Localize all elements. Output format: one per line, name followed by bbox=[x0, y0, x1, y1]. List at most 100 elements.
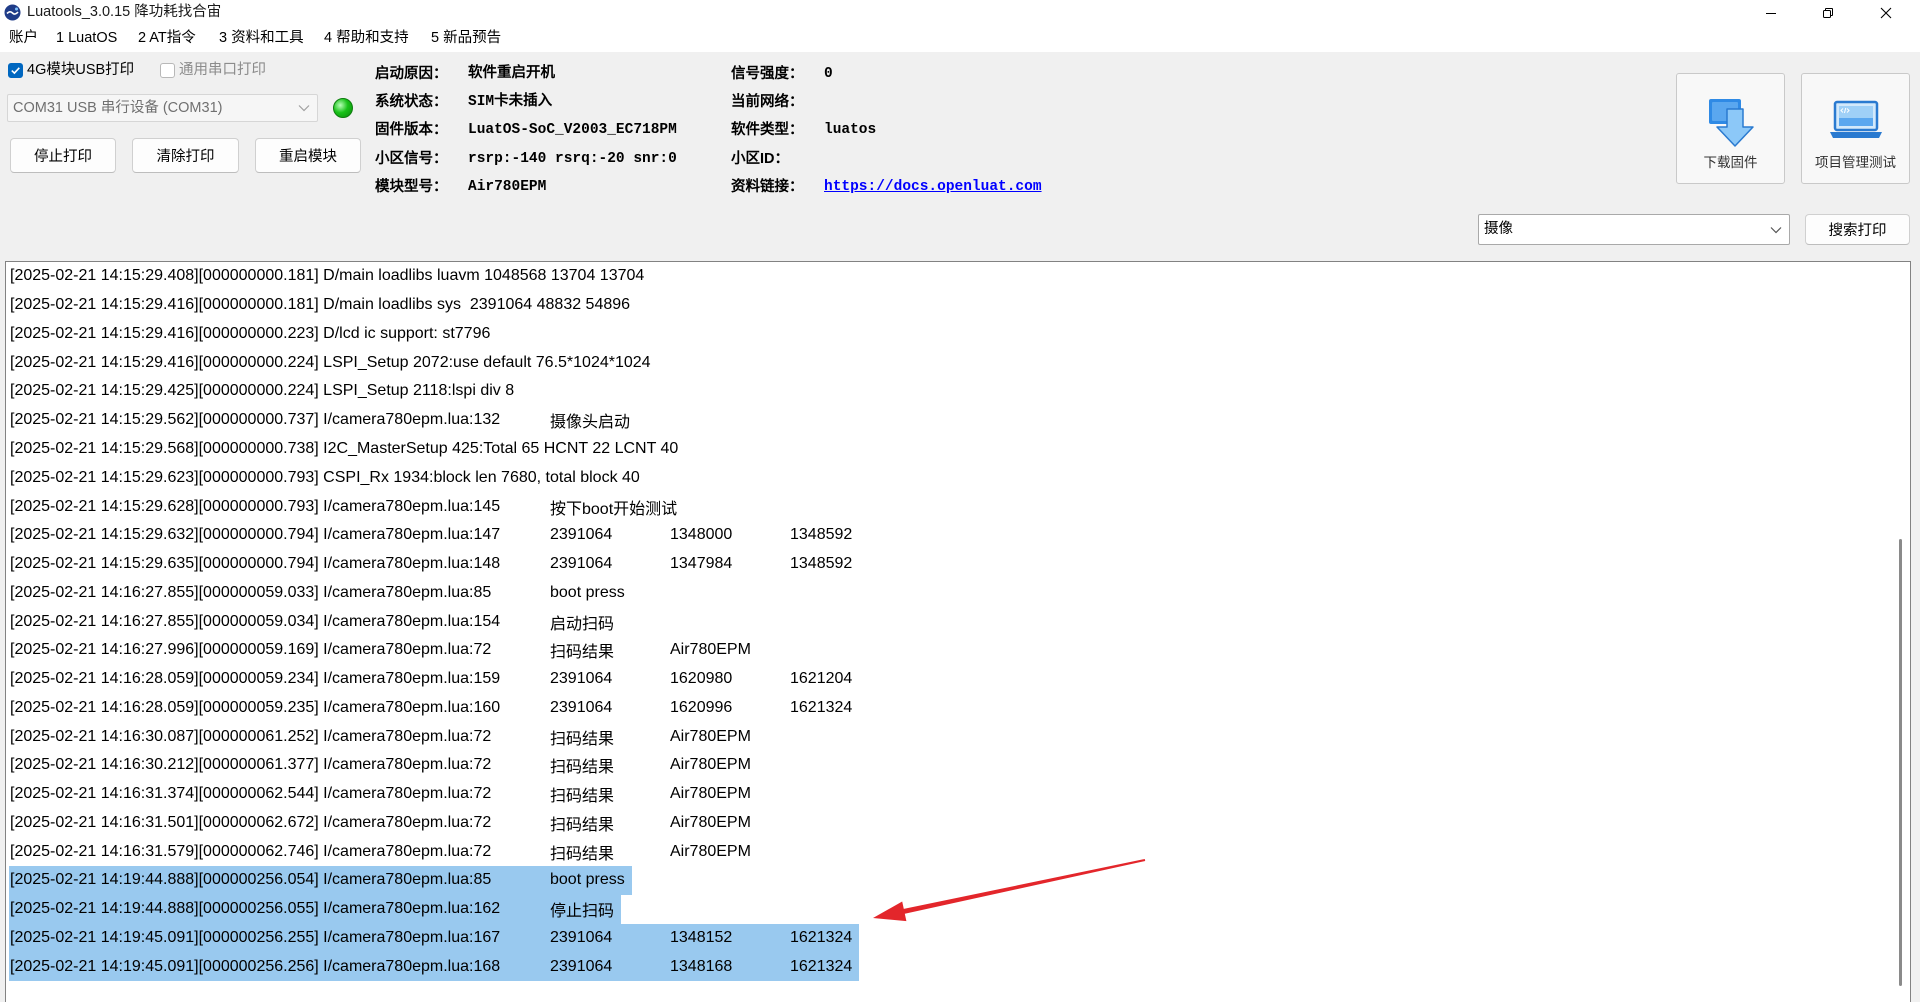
signal-strength-value: 0 bbox=[824, 66, 833, 82]
system-status-value: SIM卡未插入 bbox=[468, 94, 553, 110]
log-line-text: [2025-02-21 14:15:29.628][000000000.793]… bbox=[10, 497, 501, 515]
log-line-text: [2025-02-21 14:16:27.855][000000059.034]… bbox=[10, 612, 501, 630]
cell-signal-label: 小区信号： bbox=[375, 151, 448, 167]
log-line[interactable]: [2025-02-21 14:15:29.425][000000000.224]… bbox=[9, 377, 1890, 406]
log-line-text: [2025-02-21 14:16:28.059][000000059.235]… bbox=[10, 698, 501, 716]
usb-print-label[interactable]: 4G模块USB打印 bbox=[27, 60, 134, 81]
log-line-field: 扫码结果 bbox=[550, 730, 615, 748]
signal-strength-label: 信号强度： bbox=[731, 66, 804, 82]
serial-print-label[interactable]: 通用串口打印 bbox=[179, 60, 266, 81]
log-line-text: [2025-02-21 14:15:29.425][000000000.224]… bbox=[10, 382, 515, 400]
checkmark-icon bbox=[11, 67, 20, 75]
log-line[interactable]: [2025-02-21 14:15:29.416][000000000.224]… bbox=[9, 348, 1890, 377]
log-line[interactable]: [2025-02-21 14:16:30.212][000000061.377]… bbox=[9, 751, 1890, 780]
log-line[interactable]: [2025-02-21 14:16:28.059][000000059.234]… bbox=[9, 665, 1890, 694]
title-bar: Luatools_3.0.15 降功耗找合宙 bbox=[0, 0, 1920, 25]
log-line-field: 2391064 bbox=[550, 957, 613, 975]
current-network-label: 当前网络： bbox=[731, 94, 804, 110]
log-line-content: [2025-02-21 14:16:27.996][000000059.169]… bbox=[9, 636, 758, 665]
project-test-label: 项目管理测试 bbox=[1815, 155, 1896, 170]
log-line[interactable]: [2025-02-21 14:15:29.635][000000000.794]… bbox=[9, 550, 1890, 579]
chevron-down-icon bbox=[1770, 227, 1782, 234]
log-line[interactable]: [2025-02-21 14:16:28.059][000000059.235]… bbox=[9, 693, 1890, 722]
log-line-content: [2025-02-21 14:16:28.059][000000059.235]… bbox=[9, 693, 859, 722]
docs-link[interactable]: https://docs.openluat.com bbox=[824, 177, 1042, 197]
log-line[interactable]: [2025-02-21 14:15:29.628][000000000.793]… bbox=[9, 492, 1890, 521]
cell-signal-value: rsrp:-140 rsrq:-20 snr:0 bbox=[468, 151, 677, 167]
log-line-content: [2025-02-21 14:19:45.091][000000256.256]… bbox=[9, 952, 860, 982]
log-line-field: 扫码结果 bbox=[550, 788, 615, 806]
project-test-button[interactable]: 项目管理测试 bbox=[1801, 73, 1910, 184]
log-line-text: [2025-02-21 14:16:28.059][000000059.234]… bbox=[10, 670, 501, 688]
log-line-text: [2025-02-21 14:19:44.888][000000256.055]… bbox=[10, 900, 501, 918]
log-line-field: Air780EPM bbox=[670, 813, 751, 831]
log-line-content: [2025-02-21 14:16:27.855][000000059.034]… bbox=[9, 607, 621, 636]
log-line-text: [2025-02-21 14:19:45.091][000000256.255]… bbox=[10, 928, 501, 946]
log-line-content: [2025-02-21 14:16:31.579][000000062.746]… bbox=[9, 837, 758, 866]
module-model-label: 模块型号： bbox=[375, 179, 448, 195]
port-select-value: COM31 USB 串行设备 (COM31) bbox=[13, 100, 223, 116]
log-line[interactable]: [2025-02-21 14:16:31.501][000000062.672]… bbox=[9, 809, 1890, 838]
log-line-field: 停止扫码 bbox=[550, 903, 615, 921]
log-line[interactable]: [2025-02-21 14:15:29.408][000000000.181]… bbox=[9, 262, 1890, 291]
download-firmware-button[interactable]: 下载固件 bbox=[1676, 73, 1785, 184]
log-line[interactable]: [2025-02-21 14:16:31.374][000000062.544]… bbox=[9, 780, 1890, 809]
menu-account[interactable]: 账户 bbox=[9, 25, 38, 52]
log-line[interactable]: [2025-02-21 14:16:30.087][000000061.252]… bbox=[9, 722, 1890, 751]
log-line-text: [2025-02-21 14:15:29.408][000000000.181]… bbox=[10, 267, 645, 285]
search-print-button[interactable]: 搜索打印 bbox=[1805, 214, 1910, 245]
log-line-field: 扫码结果 bbox=[550, 816, 615, 834]
log-line-content: [2025-02-21 14:16:30.087][000000061.252]… bbox=[9, 722, 758, 751]
menu-luatos[interactable]: 1 LuatOS bbox=[56, 25, 117, 52]
log-scrollbar-thumb[interactable] bbox=[1899, 539, 1902, 986]
log-line-text: [2025-02-21 14:15:29.635][000000000.794]… bbox=[10, 555, 501, 573]
close-button[interactable] bbox=[1858, 0, 1914, 25]
red-arrow-icon bbox=[873, 859, 1146, 922]
log-line-field: 1620980 bbox=[670, 670, 733, 688]
log-line-content: [2025-02-21 14:15:29.562][000000000.737]… bbox=[9, 406, 637, 435]
menu-resources-tools[interactable]: 3 资料和工具 bbox=[219, 25, 304, 52]
log-line[interactable]: [2025-02-21 14:15:29.562][000000000.737]… bbox=[9, 406, 1890, 435]
log-line-text: [2025-02-21 14:16:31.579][000000062.746]… bbox=[10, 842, 492, 860]
log-line[interactable]: [2025-02-21 14:15:29.416][000000000.181]… bbox=[9, 291, 1890, 320]
menu-at-commands[interactable]: 2 AT指令 bbox=[138, 25, 196, 52]
log-line-field: 2391064 bbox=[550, 526, 613, 544]
log-line[interactable]: [2025-02-21 14:16:27.855][000000059.034]… bbox=[9, 607, 1890, 636]
minimize-icon bbox=[1766, 12, 1776, 14]
log-line-content: [2025-02-21 14:16:28.059][000000059.234]… bbox=[9, 665, 859, 694]
search-filter-select[interactable]: 摄像 bbox=[1478, 214, 1790, 245]
firmware-version-label: 固件版本： bbox=[375, 122, 448, 138]
log-line[interactable]: [2025-02-21 14:16:27.996][000000059.169]… bbox=[9, 636, 1890, 665]
system-status-label: 系统状态： bbox=[375, 94, 448, 110]
log-line-content: [2025-02-21 14:15:29.623][000000000.793]… bbox=[9, 463, 647, 492]
log-line-text: [2025-02-21 14:16:27.855][000000059.033]… bbox=[10, 583, 492, 601]
log-line[interactable]: [2025-02-21 14:16:27.855][000000059.033]… bbox=[9, 578, 1890, 607]
log-line-content: [2025-02-21 14:19:44.888][000000256.055]… bbox=[9, 894, 622, 924]
restart-module-button[interactable]: 重启模块 bbox=[255, 138, 361, 173]
restore-button[interactable] bbox=[1800, 0, 1856, 25]
log-line-field: 2391064 bbox=[550, 698, 613, 716]
log-line[interactable]: [2025-02-21 14:15:29.416][000000000.223]… bbox=[9, 320, 1890, 349]
menu-new-products[interactable]: 5 新品预告 bbox=[431, 25, 501, 52]
log-line-field: 启动扫码 bbox=[550, 615, 615, 633]
log-line[interactable]: [2025-02-21 14:19:45.091][000000256.256]… bbox=[9, 952, 1890, 982]
download-arrow-icon bbox=[1709, 99, 1754, 147]
log-line-field: Air780EPM bbox=[670, 727, 751, 745]
menu-help-support[interactable]: 4 帮助和支持 bbox=[324, 25, 409, 52]
log-line-content: [2025-02-21 14:15:29.408][000000000.181]… bbox=[9, 262, 651, 291]
window-title: Luatools_3.0.15 降功耗找合宙 bbox=[27, 4, 222, 20]
log-line[interactable]: [2025-02-21 14:15:29.632][000000000.794]… bbox=[9, 521, 1890, 550]
stop-print-button[interactable]: 停止打印 bbox=[10, 138, 116, 173]
port-select[interactable]: COM31 USB 串行设备 (COM31) bbox=[7, 94, 318, 122]
log-line-text: [2025-02-21 14:16:30.087][000000061.252]… bbox=[10, 727, 492, 745]
log-line[interactable]: [2025-02-21 14:15:29.568][000000000.738]… bbox=[9, 435, 1890, 464]
log-line-text: [2025-02-21 14:15:29.562][000000000.737]… bbox=[10, 411, 501, 429]
log-line-text: [2025-02-21 14:15:29.416][000000000.181]… bbox=[10, 296, 631, 314]
usb-print-checkbox[interactable] bbox=[8, 63, 23, 78]
log-line-field: 1620996 bbox=[670, 698, 733, 716]
serial-print-checkbox[interactable] bbox=[160, 63, 175, 78]
log-line-text: [2025-02-21 14:15:29.623][000000000.793]… bbox=[10, 468, 640, 486]
minimize-button[interactable] bbox=[1743, 0, 1799, 25]
log-line[interactable]: [2025-02-21 14:15:29.623][000000000.793]… bbox=[9, 463, 1890, 492]
clear-print-button[interactable]: 清除打印 bbox=[132, 138, 239, 173]
